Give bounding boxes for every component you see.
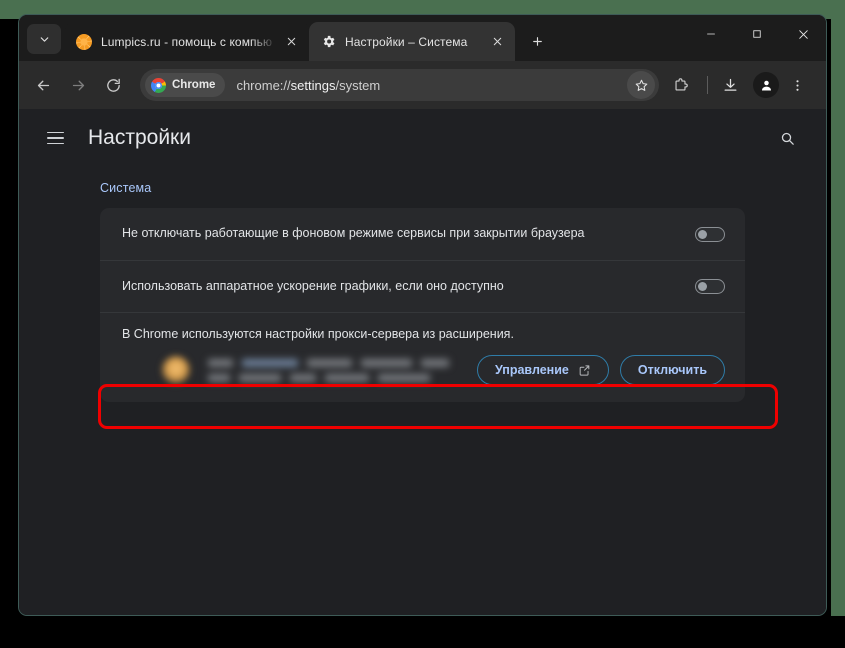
- forward-button[interactable]: [63, 70, 93, 100]
- extension-row: Управление Отключить: [122, 355, 725, 385]
- chrome-chip: Chrome: [145, 73, 226, 97]
- toolbar-divider: [707, 76, 708, 94]
- external-link-icon: [578, 364, 591, 377]
- close-icon: [798, 29, 808, 39]
- new-tab-button[interactable]: [523, 27, 551, 55]
- settings-page: Настройки Система Не отключать работающи…: [19, 109, 826, 615]
- chrome-chip-label: Chrome: [172, 79, 216, 91]
- bookmark-button[interactable]: [627, 71, 655, 99]
- row-label: Не отключать работающие в фоновом режиме…: [122, 226, 585, 241]
- disable-button-label: Отключить: [637, 363, 707, 377]
- minimize-icon: [707, 33, 715, 35]
- tab-settings[interactable]: Настройки – Система: [309, 22, 515, 61]
- row-hardware-acceleration[interactable]: Использовать аппаратное ускорение график…: [100, 260, 745, 312]
- back-arrow-icon: [37, 80, 49, 90]
- maximize-button[interactable]: [734, 15, 780, 53]
- url-text: chrome://settings/system: [236, 77, 381, 93]
- proxy-section: В Chrome используются настройки прокси-с…: [100, 312, 745, 402]
- toggle-background-apps[interactable]: [695, 226, 725, 242]
- chrome-logo-icon: [151, 77, 166, 93]
- browser-menu-button[interactable]: [782, 70, 812, 100]
- tab-title: Настройки – Система: [345, 34, 468, 49]
- tab-search-button[interactable]: [27, 24, 61, 54]
- downloads-icon: [724, 78, 736, 91]
- extension-icon: [162, 356, 190, 384]
- extensions-button[interactable]: [665, 70, 695, 100]
- bookmark-star-icon: [635, 79, 647, 91]
- settings-search-button[interactable]: [770, 121, 804, 155]
- plus-icon: [532, 36, 542, 46]
- disable-button[interactable]: Отключить: [619, 355, 725, 385]
- downloads-button[interactable]: [715, 70, 745, 100]
- extension-name-redacted: [208, 358, 477, 382]
- row-label: Использовать аппаратное ускорение график…: [122, 278, 504, 293]
- gear-icon: [320, 34, 336, 50]
- close-icon: [493, 37, 501, 46]
- tab-lumpics[interactable]: Lumpics.ru - помощь с компью: [65, 22, 309, 61]
- reload-button[interactable]: [98, 70, 128, 100]
- settings-header: Настройки: [19, 109, 826, 167]
- toggle-hardware-acceleration[interactable]: [695, 279, 725, 294]
- manage-button[interactable]: Управление: [476, 355, 609, 385]
- tab-close-button[interactable]: [487, 32, 507, 52]
- close-window-button[interactable]: [780, 15, 826, 53]
- close-icon: [287, 37, 295, 46]
- reload-icon: [106, 78, 120, 92]
- tab-title: Lumpics.ru - помощь с компью: [101, 34, 273, 49]
- black-frame-bottom: [0, 616, 845, 648]
- address-bar[interactable]: Chrome chrome://settings/system: [140, 69, 659, 101]
- forward-arrow-icon: [72, 80, 84, 90]
- toggle-knob: [698, 229, 707, 239]
- window-controls: [688, 15, 826, 61]
- minimize-button[interactable]: [688, 15, 734, 53]
- profile-avatar-icon: [761, 80, 771, 90]
- tab-strip: Lumpics.ru - помощь с компью Настройки –…: [19, 15, 826, 61]
- extensions-puzzle-icon: [674, 77, 688, 91]
- three-dot-menu-icon: [795, 79, 799, 91]
- row-background-apps[interactable]: Не отключать работающие в фоновом режиме…: [100, 208, 745, 260]
- search-icon: [781, 132, 794, 145]
- section-heading: Система: [100, 181, 152, 195]
- back-button[interactable]: [28, 70, 58, 100]
- page-title: Настройки: [88, 126, 191, 149]
- browser-toolbar: Chrome chrome://settings/system: [19, 61, 826, 109]
- proxy-note: В Chrome используются настройки прокси-с…: [122, 327, 514, 341]
- profile-button[interactable]: [753, 72, 779, 98]
- browser-window: Lumpics.ru - помощь с компью Настройки –…: [18, 14, 827, 616]
- tab-close-button[interactable]: [281, 32, 301, 52]
- manage-button-label: Управление: [494, 363, 569, 377]
- system-settings-card: Не отключать работающие в фоновом режиме…: [100, 208, 745, 402]
- orange-slice-favicon: [76, 33, 92, 50]
- toggle-knob: [698, 282, 707, 291]
- chevron-down-icon: [40, 36, 48, 42]
- hamburger-menu-icon[interactable]: [37, 120, 73, 156]
- settings-content: Система Не отключать работающие в фоново…: [19, 167, 826, 402]
- maximize-icon: [753, 30, 761, 38]
